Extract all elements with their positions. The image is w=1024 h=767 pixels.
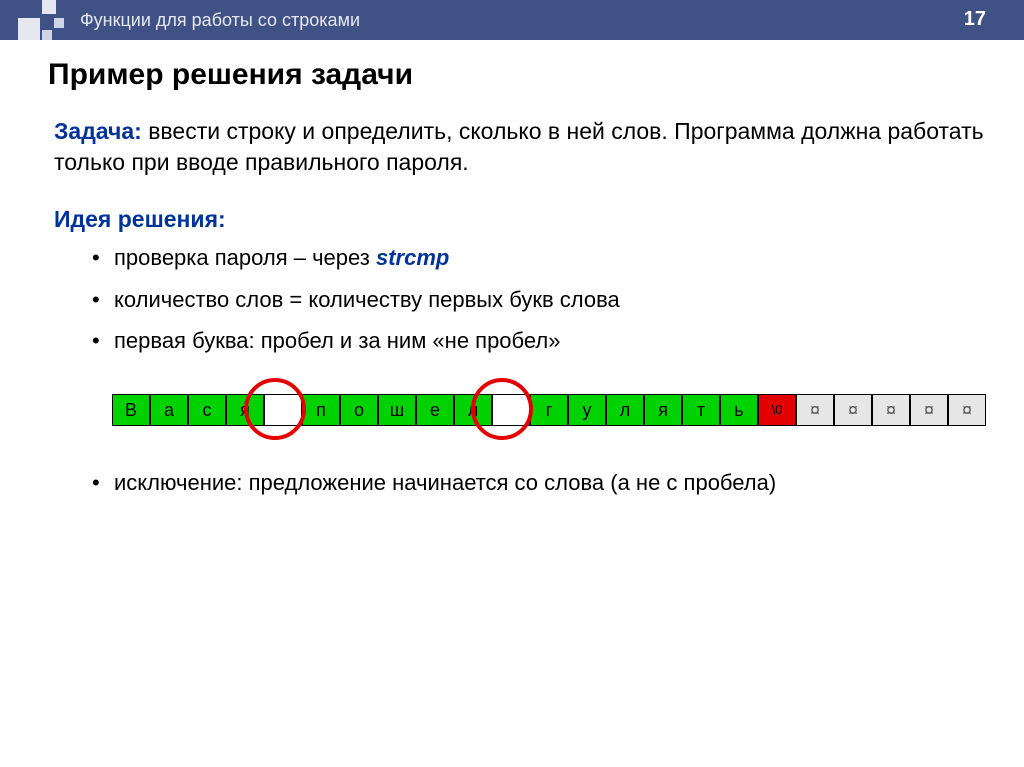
char-cell: о [340, 394, 378, 426]
slide-content: Пример решения задачи Задача: ввести стр… [0, 40, 1024, 498]
bullet-text: первая буква: пробел и за ним «не пробел… [114, 328, 560, 353]
char-cell: п [302, 394, 340, 426]
char-cell: е [416, 394, 454, 426]
task-block: Задача: ввести строку и определить, скол… [48, 116, 988, 178]
logo-blocks [18, 0, 68, 40]
char-cell: ¤ [834, 394, 872, 426]
code-strcmp: strcmp [376, 245, 449, 270]
char-cell: я [226, 394, 264, 426]
char-cell: с [188, 394, 226, 426]
page-title: Пример решения задачи [48, 58, 988, 92]
header-title: Функции для работы со строками [80, 10, 360, 31]
char-cell: т [682, 394, 720, 426]
char-cell: ш [378, 394, 416, 426]
char-cell: г [530, 394, 568, 426]
idea-bullets: проверка пароля – через strcmp количеств… [48, 243, 988, 356]
char-row: Васяпошелгулять\0¤¤¤¤¤ [112, 394, 986, 426]
bullet-item: проверка пароля – через strcmp [114, 243, 988, 273]
char-cell: ¤ [910, 394, 948, 426]
char-cell: л [454, 394, 492, 426]
char-cell: л [606, 394, 644, 426]
slide-header: Функции для работы со строками 17 [0, 0, 1024, 40]
char-cell: ь [720, 394, 758, 426]
idea-bullets-after: исключение: предложение начинается со сл… [48, 468, 988, 498]
char-cell: ¤ [796, 394, 834, 426]
char-cell [492, 394, 530, 426]
char-cell: я [644, 394, 682, 426]
bullet-text: количество слов = количеству первых букв… [114, 287, 620, 312]
string-diagram: Васяпошелгулять\0¤¤¤¤¤ [112, 380, 988, 440]
char-cell: ¤ [948, 394, 986, 426]
task-label: Задача: [54, 118, 142, 144]
idea-label: Идея решения: [48, 206, 988, 233]
page-number: 17 [964, 8, 986, 31]
bullet-text: исключение: предложение начинается со сл… [114, 470, 776, 495]
char-cell [264, 394, 302, 426]
bullet-text: проверка пароля – через [114, 245, 376, 270]
char-cell: а [150, 394, 188, 426]
bullet-item: первая буква: пробел и за ним «не пробел… [114, 326, 988, 356]
bullet-item: количество слов = количеству первых букв… [114, 285, 988, 315]
bullet-item: исключение: предложение начинается со сл… [114, 468, 988, 498]
char-cell: ¤ [872, 394, 910, 426]
char-cell: \0 [758, 394, 796, 426]
task-text: ввести строку и определить, сколько в не… [54, 118, 984, 175]
char-cell: у [568, 394, 606, 426]
char-cell: В [112, 394, 150, 426]
